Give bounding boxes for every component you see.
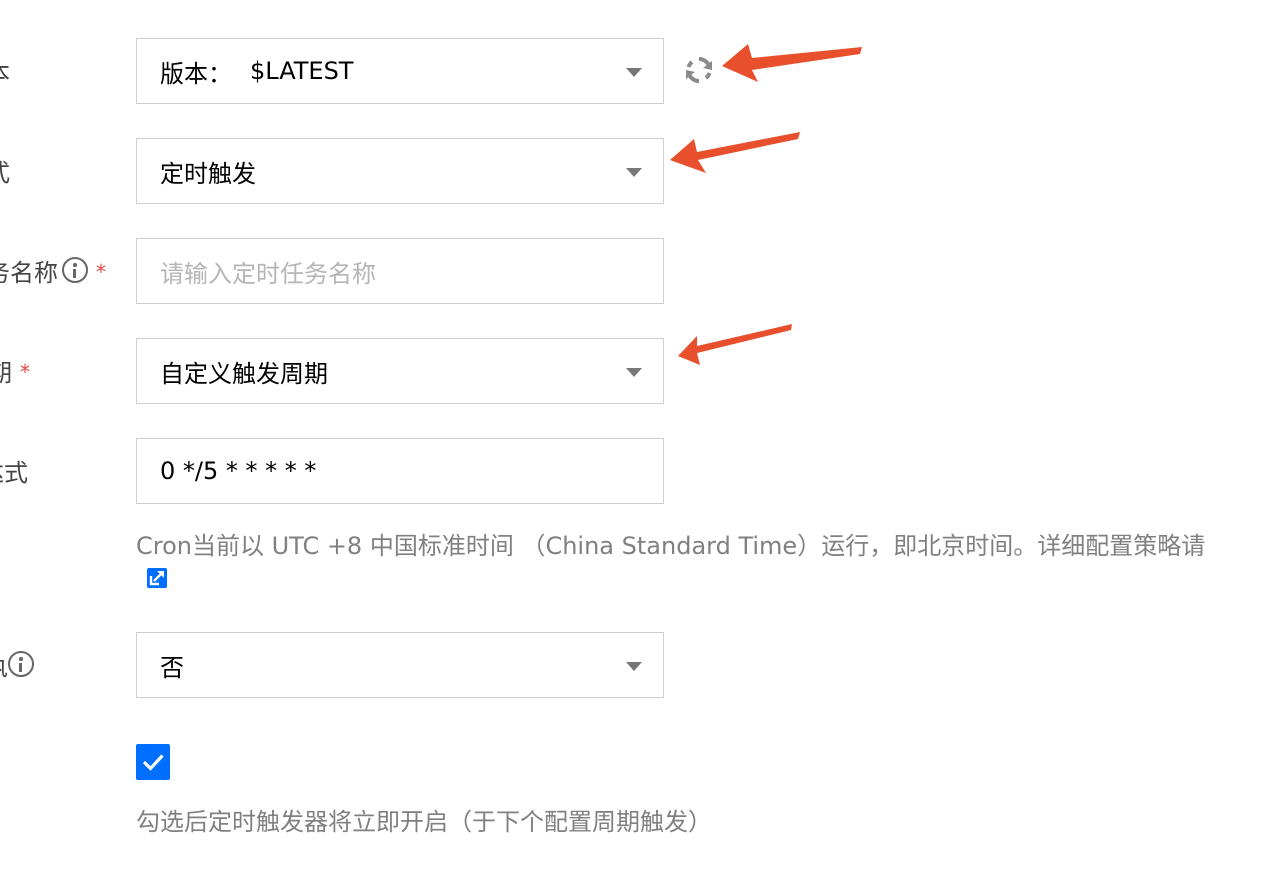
refresh-icon[interactable] [683,54,715,86]
trigger-method-label: 式 [0,150,10,190]
trigger-period-select[interactable]: 自定义触发周期 [136,338,664,404]
external-link-icon[interactable] [146,567,168,589]
task-name-placeholder: 请输入定时任务名称 [160,259,376,288]
trigger-method-label-text: 式 [0,153,10,188]
cron-expression-value: 0 */5 * * * * * [160,457,317,485]
trigger-period-select-value: 自定义触发周期 [160,359,328,388]
trigger-period-label: 期 * [0,350,30,390]
trigger-period-label-text: 期 [0,353,12,388]
chevron-down-icon [626,662,642,671]
required-mark: * [96,260,106,284]
trigger-method-select-value: 定时触发 [160,159,256,188]
version-select-prefix: 版本： [160,59,232,88]
arrow-annotation [678,324,792,365]
enable-checkbox[interactable] [136,744,170,780]
cron-expression-label-text: 达式 [0,458,28,487]
version-select[interactable]: 版本： $LATEST [136,38,664,104]
chevron-down-icon [626,368,642,377]
cron-hint-text: Cron当前以 UTC +8 中国标准时间 （China Standard Ti… [136,532,1206,560]
version-select-value: $LATEST [250,57,354,85]
task-name-label: 务名称 * [0,250,106,290]
async-option-select[interactable]: 否 [136,632,664,698]
enable-hint-text: 勾选后定时触发器将立即开启（于下个配置周期触发） [136,808,712,836]
chevron-down-icon [626,168,642,177]
arrow-annotation [722,44,862,82]
trigger-method-select[interactable]: 定时触发 [136,138,664,204]
arrow-annotation [670,132,800,173]
async-option-label-text: 执 [0,647,8,682]
version-label: 本 [0,50,10,90]
info-icon[interactable] [8,651,34,677]
cron-expression-input[interactable]: 0 */5 * * * * * [136,438,664,504]
task-name-input[interactable]: 请输入定时任务名称 [136,238,664,304]
annotation-arrows [670,44,862,365]
required-mark: * [20,360,30,384]
cron-expression-label: 达式 [0,450,28,490]
async-option-label: 执 [0,644,34,684]
chevron-down-icon [626,68,642,77]
async-option-select-value: 否 [160,653,184,682]
info-icon[interactable] [62,257,88,283]
version-label-text: 本 [0,53,10,88]
task-name-label-text: 务名称 [0,258,58,287]
check-icon [142,754,164,771]
